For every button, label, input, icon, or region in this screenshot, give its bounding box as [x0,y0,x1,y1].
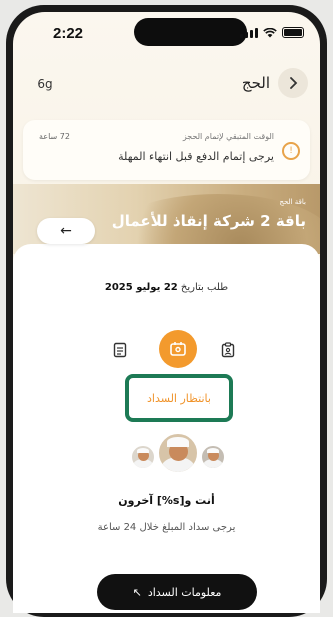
payment-note: يرجى سداد المبلغ خلال 24 ساعة [97,522,236,533]
status-time: 2:22 [53,25,84,42]
avatar [200,444,226,470]
header: الحج 6g [13,64,320,104]
arrow-left-icon: ← [60,223,72,239]
deadline-label: الوقت المتبقي لإتمام الحجز [182,132,274,141]
step-document[interactable] [111,341,129,359]
language-icon: 6g [37,77,53,91]
participants-avatars [130,432,230,482]
back-button[interactable] [278,68,308,98]
deadline-card: ! الوقت المتبقي لإتمام الحجز يرجى إتمام … [23,120,310,180]
order-date: طلب بتاريخ 22 يوليو 2025 [13,282,320,293]
order-date-prefix: طلب بتاريخ [180,282,229,293]
order-sheet: طلب بتاريخ 22 يوليو 2025 بانتظار السداد … [13,244,320,613]
status-highlight: بانتظار السداد [125,374,233,422]
payment-info-button[interactable]: معلومات السداد ↖ [97,574,257,610]
status-bar: 2:22 [13,12,320,52]
language-button[interactable]: 6g [31,72,59,96]
status-text: بانتظار السداد [147,391,211,405]
clipboard-icon [221,342,235,358]
step-payment-active[interactable] [159,330,197,368]
page-title: الحج [241,74,270,92]
payment-info-label: معلومات السداد [147,585,222,599]
deadline-message: يرجى إتمام الدفع قبل انتهاء المهلة [118,150,274,163]
clock-icon: ! [282,142,300,160]
order-date-value: 22 يوليو 2025 [104,282,178,293]
payment-icon [170,342,186,356]
document-icon [113,342,127,358]
banner-title: باقة 2 شركة إنقاذ للأعمال [111,212,306,230]
status-icons [240,27,304,38]
signal-icon [240,28,258,38]
app-screen: 2:22 الحج 6g ! الوقت المتبقي لإتمام الحج… [13,12,320,613]
chevron-right-icon [290,77,298,89]
deadline-hours: 72 ساعة [39,132,70,141]
banner-arrow-button[interactable]: ← [37,218,95,244]
participants-text: أنت و[s%] آخرون [118,494,215,507]
wifi-icon [263,28,277,38]
avatar [157,432,199,474]
battery-icon [282,27,304,38]
dynamic-island [134,18,247,46]
avatar [130,444,156,470]
banner-subtitle: باقة الحج [279,198,306,206]
arrow-up-left-icon: ↖ [132,585,142,599]
step-clipboard[interactable] [219,341,237,359]
